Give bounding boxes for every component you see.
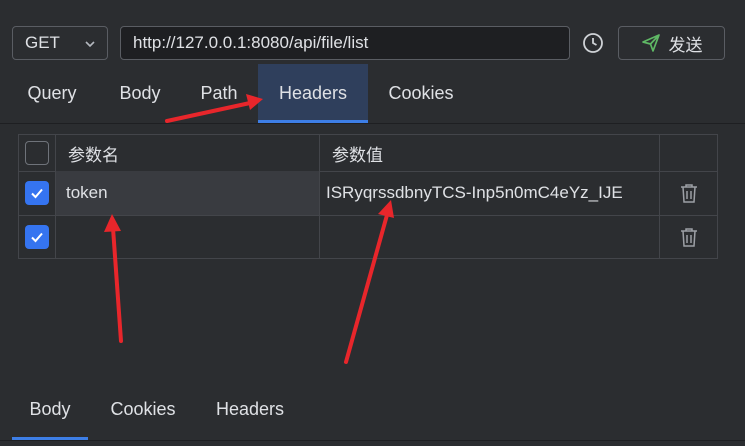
row-checkbox[interactable] [25,181,49,205]
column-header-actions [660,135,717,171]
response-tab-body[interactable]: Body [12,384,88,440]
url-input[interactable]: http://127.0.0.1:8080/api/file/list [120,26,570,60]
header-value-text: ISRyqrssdbnyTCS-Inp5n0mC4eYz_IJE [326,183,623,202]
delete-row-button[interactable] [660,171,717,215]
tabs-divider [0,123,745,124]
column-header-name-label: 参数名 [68,145,119,165]
delete-row-button[interactable] [660,215,717,259]
trash-icon [680,228,697,247]
method-value: GET [25,33,60,52]
response-tab-cookies-label: Cookies [110,398,176,419]
chevron-down-icon [85,41,95,48]
tab-path[interactable]: Path [188,64,250,122]
response-tab-cookies[interactable]: Cookies [98,384,188,434]
response-tabs: Body Cookies Headers [0,384,745,440]
tab-cookies[interactable]: Cookies [376,64,466,122]
select-all-cell [19,135,56,171]
send-button[interactable]: 发送 [618,26,725,60]
tab-headers-label: Headers [278,82,348,103]
row-checkbox-cell [19,215,56,259]
response-tab-headers-label: Headers [215,398,285,419]
url-value: http://127.0.0.1:8080/api/file/list [133,33,369,52]
checkmark-icon [31,232,43,243]
tab-body-label: Body [119,82,161,103]
trash-icon [680,184,697,203]
header-value-input[interactable] [320,215,660,259]
request-bar: GET http://127.0.0.1:8080/api/file/list … [0,0,745,64]
checkmark-icon [31,188,43,199]
tab-query[interactable]: Query [12,64,92,122]
select-all-checkbox[interactable] [25,141,49,165]
row-checkbox-cell [19,171,56,215]
column-header-value-label: 参数值 [332,145,383,165]
table-row [19,215,717,259]
header-name-input[interactable] [56,215,320,259]
response-tab-body-label: Body [29,398,71,419]
tab-path-label: Path [200,82,238,103]
tab-query-label: Query [27,82,77,103]
method-select[interactable]: GET [12,26,108,60]
history-clock-icon[interactable] [581,31,605,55]
table-header: 参数名 参数值 [19,135,717,172]
send-label: 发送 [668,35,703,55]
request-tabs: Query Body Path Headers Cookies [0,64,745,124]
column-header-value: 参数值 [320,135,660,171]
header-name-value: token [66,183,108,202]
response-tab-headers[interactable]: Headers [200,384,300,434]
header-value-input[interactable]: ISRyqrssdbnyTCS-Inp5n0mC4eYz_IJE [320,171,660,215]
tab-headers[interactable]: Headers [258,64,368,123]
tab-body[interactable]: Body [104,64,176,122]
send-icon [641,34,660,52]
tab-cookies-label: Cookies [388,82,454,103]
headers-table: 参数名 参数值 token ISRyqrssdbnyTCS-Inp5n0mC4e… [18,134,718,259]
row-checkbox[interactable] [25,225,49,249]
column-header-name: 参数名 [56,135,320,171]
header-name-input[interactable]: token [56,171,320,215]
response-tabs-divider [0,440,745,441]
table-row: token ISRyqrssdbnyTCS-Inp5n0mC4eYz_IJE [19,171,717,216]
